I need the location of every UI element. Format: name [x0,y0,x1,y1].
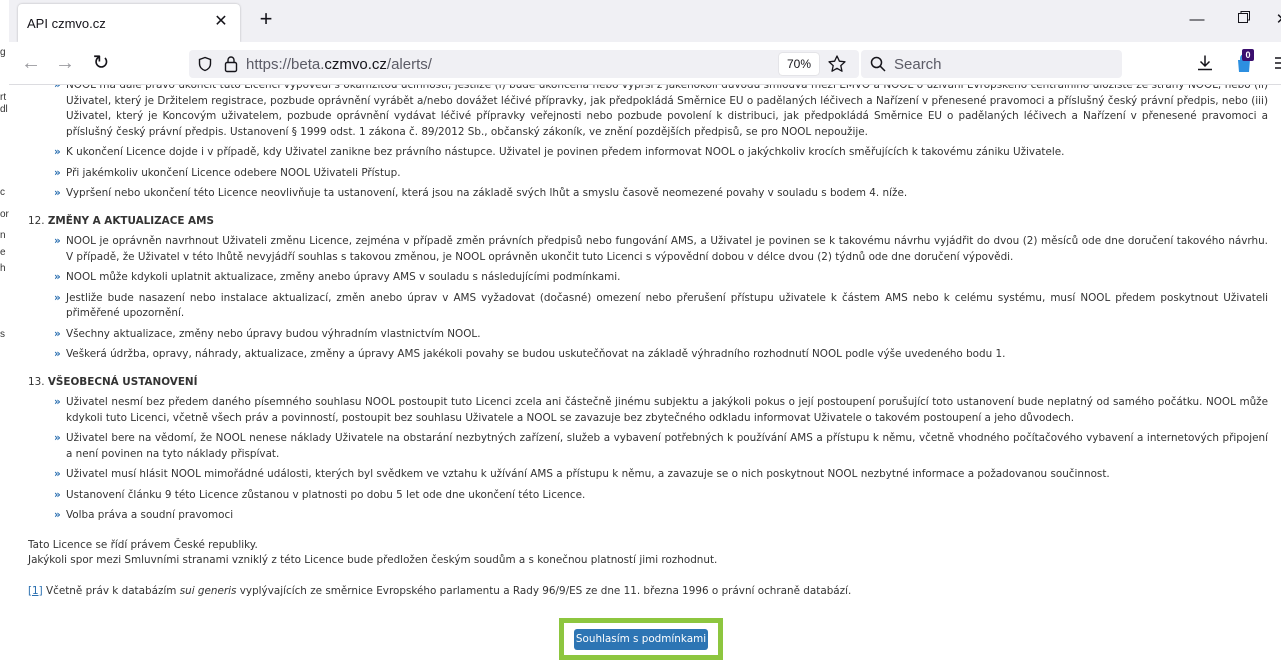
section-13-heading: 13. VŠEOBECNÁ USTANOVENÍ [28,375,198,388]
list-item: » Volba práva a soudní pravomoci [54,509,234,521]
extension-badge: 0 [1242,49,1254,61]
bg-fragment: e [0,247,6,258]
list-item: » Vypršení nebo ukončení této Licence neo… [54,187,908,199]
consent-highlight: Souhlasím s podmínkami [559,618,723,660]
list-item: » NOOL má dále právo ukončit tuto Licenci… [54,85,1268,138]
background-window: g rt dl c or n e h s [0,0,9,670]
list-item: » NOOL je oprávněn navrhnout Uživateli zm… [54,235,1268,263]
list-item: » Veškerá údržba, opravy, náhrady, aktual… [54,348,1006,360]
url-text[interactable]: https://beta.czmvo.cz/alerts/ [246,56,432,73]
license-document: » NOOL má dále právo ukončit tuto Licenci… [28,85,1268,599]
consent-button[interactable]: Souhlasím s podmínkami [574,629,708,650]
page-viewport: » NOOL má dále právo ukončit tuto Licenci… [9,85,1281,670]
termination-list: » NOOL má dále právo ukončit tuto Licenci… [28,85,1268,202]
shield-icon[interactable] [197,56,213,72]
section-12-heading: 12. ZMĚNY A AKTUALIZACE AMS [28,214,214,227]
search-input[interactable]: Search [894,56,942,73]
list-item: » Při jakémkoliv ukončení Licence odebere… [54,166,401,179]
list-item: » Všechny aktualizace, změny nebo úpravy … [54,327,481,340]
bg-fragment: c [0,187,5,198]
bg-fragment: n [0,230,6,241]
close-window-icon[interactable]: ✕ [1275,10,1281,30]
navigation-toolbar: ← → ↻ https://beta.czmvo.cz/alerts/ 70% … [9,42,1281,85]
bg-fragment: or [0,209,9,220]
list-item: » K ukončení Licence dojde i v případě, k… [54,146,1065,158]
bg-fragment: h [0,263,6,274]
url-bar[interactable]: https://beta.czmvo.cz/alerts/ 70% [189,50,859,78]
tab-active[interactable]: API czmvo.cz ✕ [18,4,240,42]
dispute-text: Jakýkoli spor mezi Smluvními stranami vz… [28,554,718,566]
tab-title: API czmvo.cz [27,16,106,31]
list-item: » Ustanovení článku 9 této Licence zůstan… [54,488,586,501]
section-12-list: » NOOL je oprávněn navrhnout Uživateli zm… [28,234,1268,363]
zoom-level-badge[interactable]: 70% [779,53,819,75]
bg-fragment: s [0,329,5,340]
search-icon [870,56,886,72]
minimize-icon[interactable]: — [1186,10,1208,30]
bg-fragment: dl [0,104,8,115]
reload-icon[interactable]: ↻ [89,51,113,75]
footnote: [1] Včetně práv k databázím sui generis … [28,584,852,597]
forward-arrow-icon[interactable]: → [53,51,77,75]
search-bar[interactable]: Search [861,50,1122,78]
lock-icon[interactable] [224,55,238,73]
close-tab-icon[interactable]: ✕ [212,13,230,31]
list-item: » Jestliže bude nasazení nebo instalace a… [54,291,1268,320]
list-item: » Uživatel musí hlásit NOOL mimořádné udá… [54,468,1110,480]
list-item: » NOOL může kdykoli uplatnit aktualizace,… [54,271,621,283]
hamburger-menu-icon[interactable] [1275,56,1281,70]
bookmark-star-icon[interactable] [827,54,847,74]
bg-fragment: g [0,47,6,58]
list-item: » Uživatel bere na vědomí, že NOOL nenese… [54,432,1268,460]
restore-icon[interactable] [1233,10,1255,30]
download-icon[interactable] [1196,54,1214,72]
new-tab-button[interactable]: + [255,8,277,31]
bg-fragment: rt [0,92,7,103]
footnote-link[interactable]: [1] [28,585,43,597]
list-item: » Uživatel nesmí bez předem daného písemn… [54,396,1268,424]
section-13-list: » Uživatel nesmí bez předem daného písemn… [28,395,1268,524]
back-arrow-icon[interactable]: ← [19,51,43,75]
url-domain: czmvo.cz [324,56,387,73]
tab-strip: API czmvo.cz ✕ + — ✕ [9,0,1281,42]
governing-law-text: Tato Licence se řídí právem České republ… [28,538,258,551]
